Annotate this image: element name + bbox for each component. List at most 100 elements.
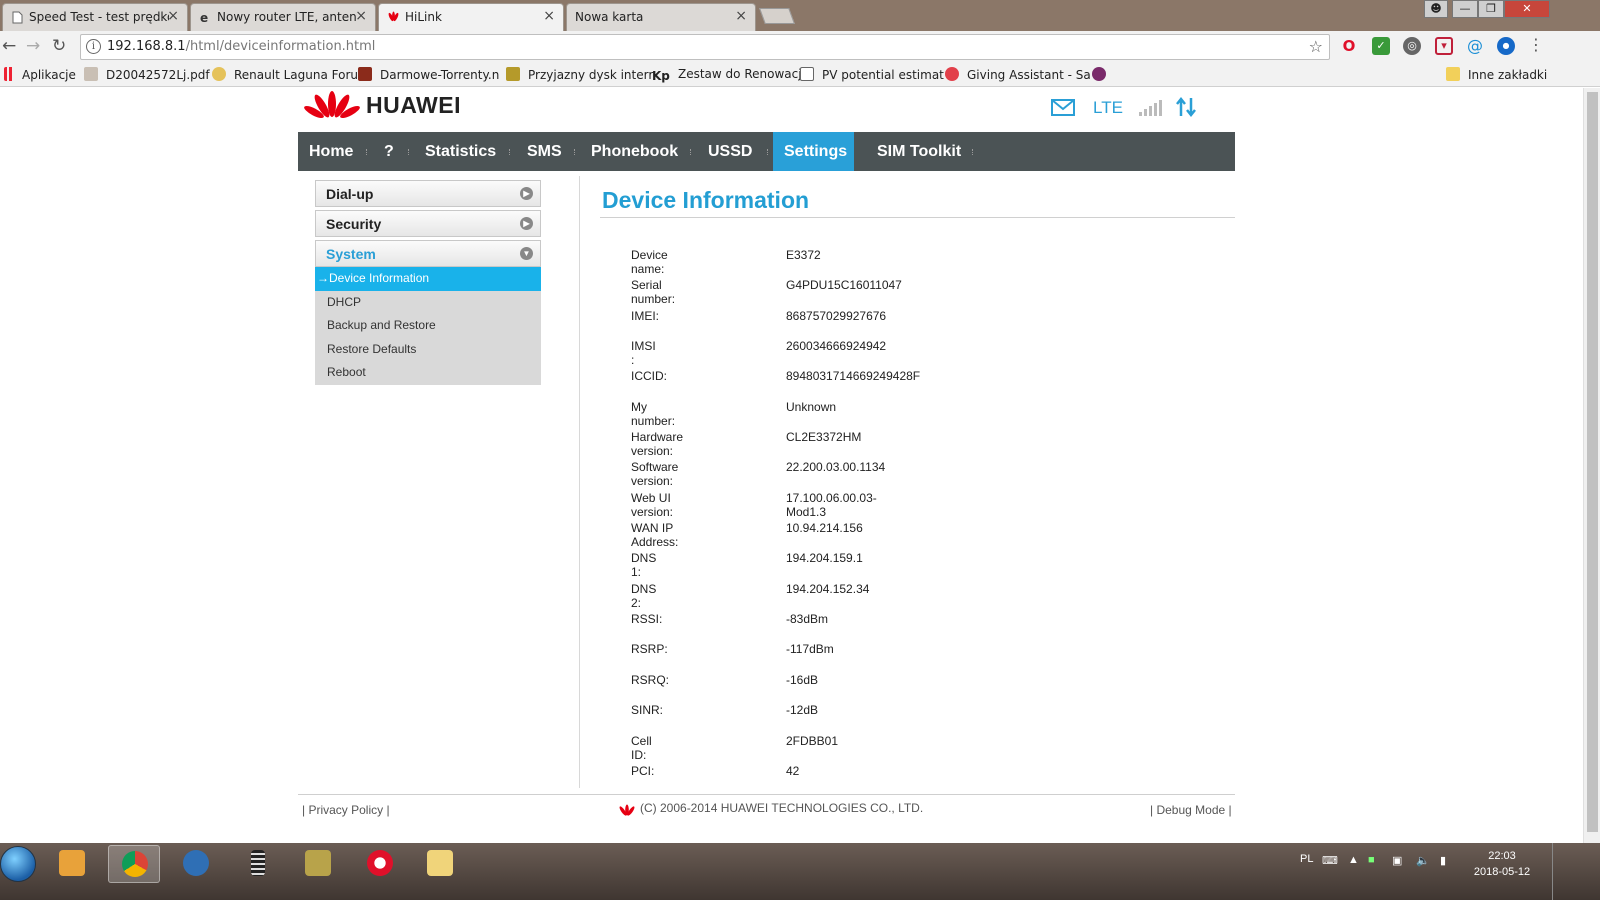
tray-green-icon[interactable]: ■ [1368, 854, 1375, 866]
nav-home[interactable]: Home [298, 132, 364, 171]
bookmark-label: Aplikacje [22, 68, 76, 82]
swirl-ext-icon[interactable]: @ [1466, 37, 1484, 55]
privacy-policy-link[interactable]: | Privacy Policy | [302, 803, 390, 817]
windows-taskbar: PL ⌨ ▲ ■ ▣ 🔈 ▮ 22:03 2018-05-12 [0, 843, 1600, 900]
system-subitems: →Device Information DHCP Backup and Rest… [315, 267, 541, 385]
nav-help[interactable]: ? [373, 132, 405, 171]
nav-sim-toolkit[interactable]: SIM Toolkit [866, 132, 972, 171]
new-tab-button[interactable] [759, 8, 795, 24]
giving-icon [945, 67, 959, 81]
globe-ext-icon[interactable]: ◎ [1403, 37, 1421, 55]
sidebar-item-device-information[interactable]: →Device Information [315, 267, 541, 291]
sidebar-section-label: Security [326, 216, 382, 232]
bookmark-torrents[interactable]: Darmowe-Torrenty.n [358, 67, 499, 82]
bookmark-renovation[interactable]: Kp Zestaw do Renowacj [652, 67, 802, 83]
info-value: Unknown [786, 399, 837, 414]
folder-icon [1446, 67, 1460, 81]
sidebar-section-security[interactable]: Security ▶ [315, 210, 541, 237]
scrollbar-thumb[interactable] [1587, 92, 1598, 832]
info-label: RSRQ: [631, 672, 670, 687]
sidebar-item-backup-restore[interactable]: Backup and Restore [315, 314, 541, 338]
url-text[interactable]: 192.168.8.1/html/deviceinformation.html [107, 39, 375, 54]
info-label: Software version: [631, 460, 679, 489]
envelope-icon[interactable] [1051, 99, 1075, 116]
taskbar-opera[interactable] [354, 845, 406, 883]
nav-settings[interactable]: Settings [773, 132, 854, 171]
info-label: DNS 1: [631, 551, 657, 580]
keyboard-icon[interactable]: ⌨ [1322, 854, 1338, 867]
minimize-button[interactable]: — [1452, 0, 1478, 18]
bookmark-disk[interactable]: Przyjazny dysk interr [506, 67, 653, 82]
taskbar-media-player[interactable] [46, 845, 98, 883]
start-button[interactable] [0, 846, 36, 882]
bookmark-pdf[interactable]: D20042572Lj.pdf [84, 67, 210, 82]
debug-mode-link[interactable]: | Debug Mode | [1150, 803, 1232, 817]
info-icon[interactable]: i [86, 39, 101, 54]
user-profile-button[interactable]: ☻ [1424, 0, 1448, 18]
bookmark-apps[interactable]: Aplikacje [4, 67, 76, 82]
close-icon[interactable]: × [543, 8, 555, 24]
bookmark-giving[interactable]: Giving Assistant - Sa [945, 67, 1091, 82]
edge-e-icon: e [200, 11, 208, 24]
arrow-right-icon: ▶ [520, 187, 533, 200]
tray-clock[interactable]: 22:03 2018-05-12 [1472, 848, 1532, 880]
reload-button[interactable]: ↻ [52, 36, 66, 56]
film-icon [251, 850, 265, 876]
menu-icon[interactable]: ⋮ [1527, 37, 1545, 55]
svg-text:e: e [200, 11, 208, 24]
restore-button[interactable]: ❐ [1478, 0, 1504, 18]
back-button[interactable]: ← [2, 36, 16, 56]
info-value: -83dBm [786, 612, 829, 627]
bookmark-star-icon[interactable]: ☆ [1309, 37, 1323, 56]
tab-new[interactable]: Nowa karta × [566, 3, 756, 31]
blue-ext-icon[interactable]: ● [1497, 37, 1515, 55]
sidebar-item-reboot[interactable]: Reboot [315, 361, 541, 385]
taskbar-chrome[interactable] [108, 845, 160, 883]
info-value: -12dB [786, 703, 819, 718]
sidebar-section-system[interactable]: System ▼ [315, 240, 541, 267]
sidebar-section-dialup[interactable]: Dial-up ▶ [315, 180, 541, 207]
close-icon[interactable]: × [355, 8, 367, 24]
tab-speed-test[interactable]: Speed Test - test prędkoś × [2, 3, 188, 31]
close-window-button[interactable]: ✕ [1504, 0, 1550, 18]
info-label: IMEI: [631, 308, 660, 323]
clock-date: 2018-05-12 [1473, 866, 1531, 878]
tray-expand-icon[interactable]: ▲ [1348, 854, 1359, 866]
nav-phonebook[interactable]: Phonebook [580, 132, 689, 171]
info-label: DNS 2: [631, 581, 657, 610]
bookmark-renault[interactable]: Renault Laguna Foru [212, 67, 358, 82]
tab-router-lte[interactable]: e Nowy router LTE, antena × [190, 3, 376, 31]
taskbar-thunderbird[interactable] [170, 845, 222, 883]
green-ext-icon[interactable]: ✓ [1372, 37, 1390, 55]
page-scrollbar[interactable] [1583, 88, 1600, 843]
sidebar-item-dhcp[interactable]: DHCP [315, 291, 541, 315]
tab-hilink[interactable]: HiLink × [378, 3, 564, 31]
close-icon[interactable]: × [735, 8, 747, 24]
nav-sms[interactable]: SMS [516, 132, 573, 171]
volume-icon[interactable]: 🔈 [1416, 854, 1430, 867]
close-icon[interactable]: × [167, 8, 179, 24]
kp-icon: Kp [652, 69, 670, 83]
bookmark-pv[interactable]: PV potential estimat [800, 67, 944, 82]
show-desktop-button[interactable] [1552, 843, 1562, 900]
opera-ext-icon[interactable]: O [1340, 37, 1358, 55]
page-icon [12, 11, 23, 24]
sidebar-item-restore-defaults[interactable]: Restore Defaults [315, 338, 541, 362]
pocket-ext-icon[interactable]: ▾ [1435, 37, 1453, 55]
taskbar-explorer[interactable] [414, 845, 466, 883]
nav-statistics[interactable]: Statistics [414, 132, 507, 171]
address-bar[interactable]: i 192.168.8.1/html/deviceinformation.htm… [80, 34, 1330, 60]
forward-button[interactable]: → [26, 36, 40, 56]
info-label: My number: [631, 399, 676, 428]
language-indicator[interactable]: PL [1300, 853, 1313, 865]
nav-ussd[interactable]: USSD [697, 132, 763, 171]
battery-icon[interactable]: ▮ [1440, 854, 1446, 867]
taskbar-film[interactable] [232, 845, 284, 883]
bookmark-unnamed[interactable] [1092, 67, 1114, 82]
taskbar-box-game[interactable] [292, 845, 344, 883]
main-nav: Home ? Statistics SMS Phonebook USSD Set… [298, 132, 1235, 171]
network-icon[interactable]: ▣ [1392, 854, 1402, 867]
other-bookmarks[interactable]: Inne zakładki [1446, 67, 1547, 82]
brand-name: HUAWEI [366, 92, 461, 118]
huawei-logo [304, 91, 360, 119]
